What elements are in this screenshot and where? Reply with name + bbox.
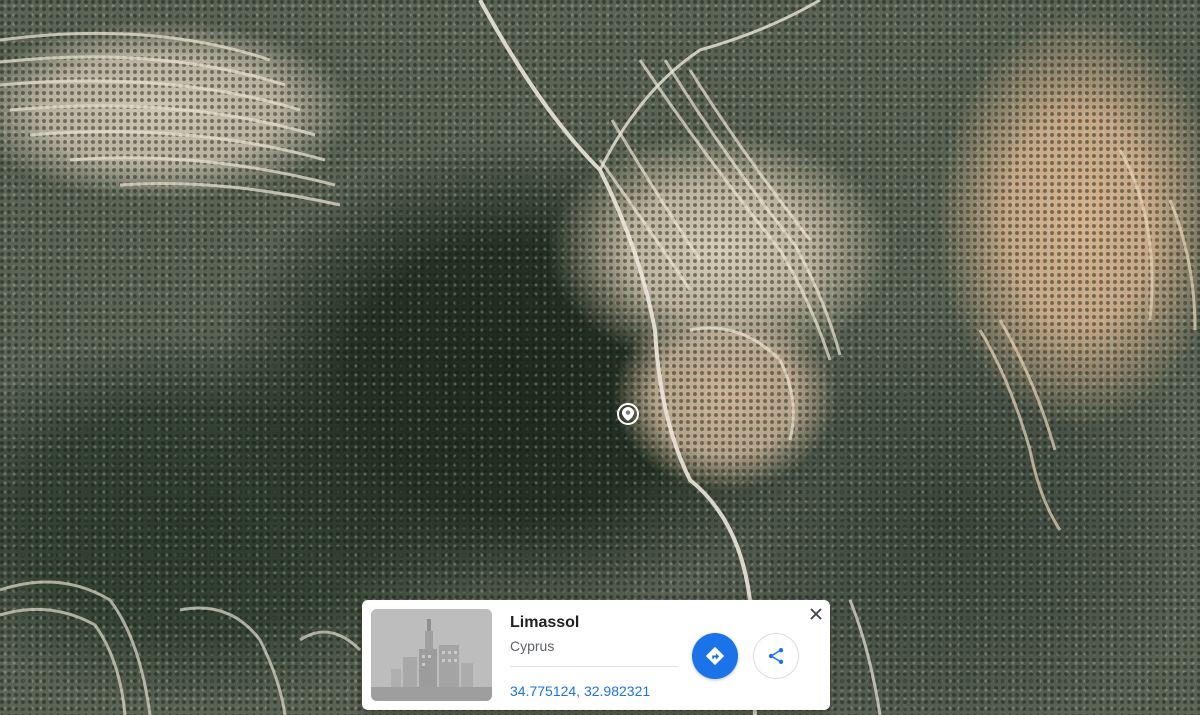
terraces-right [978, 149, 1197, 531]
place-subtitle: Cyprus [510, 638, 555, 654]
side-road-right [848, 599, 882, 715]
pin-glyph-icon [622, 407, 634, 421]
terraces-top-left [0, 31, 341, 207]
terraces-bottom-left [0, 580, 362, 715]
directions-button[interactable] [692, 633, 738, 679]
city-buildings-icon [371, 609, 492, 701]
close-button[interactable] [806, 604, 826, 624]
share-button[interactable] [753, 633, 799, 679]
place-title: Limassol [510, 614, 580, 631]
place-info-card: Limassol Cyprus 34.775124, 32.982321 [362, 600, 830, 710]
location-pin-icon[interactable] [617, 403, 639, 425]
place-coordinates[interactable]: 34.775124, 32.982321 [510, 683, 650, 699]
directions-icon [705, 646, 725, 666]
terraces-center [598, 59, 842, 441]
card-divider [510, 666, 678, 667]
place-thumbnail[interactable] [371, 609, 492, 701]
share-icon [768, 648, 784, 664]
close-icon [810, 608, 822, 620]
side-road [598, 0, 821, 171]
